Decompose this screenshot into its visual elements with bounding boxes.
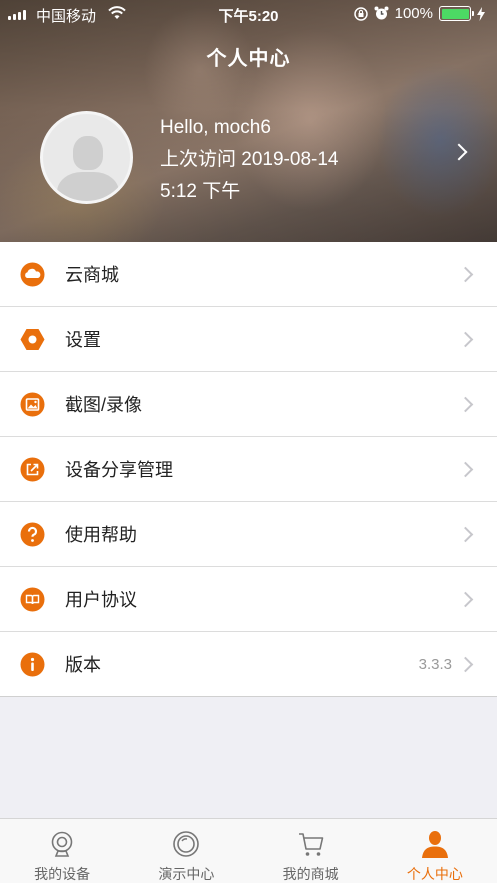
chevron-right-icon <box>457 656 474 672</box>
menu-item-label: 截图/录像 <box>65 395 143 415</box>
chevron-right-icon <box>457 461 474 477</box>
tab-my-mall[interactable]: 我的商城 <box>249 819 373 883</box>
tab-my-devices[interactable]: 我的设备 <box>0 819 124 883</box>
menu-item-label: 设置 <box>65 330 101 350</box>
chevron-right-icon <box>457 396 474 412</box>
tab-bar: 我的设备 演示中心 我的商城 个人中心 <box>0 818 497 883</box>
menu-item-version[interactable]: 版本 3.3.3 <box>0 632 497 697</box>
tab-label: 我的商城 <box>282 866 339 882</box>
last-visit-date: 上次访问 2019-08-14 <box>160 149 339 170</box>
menu-item-label: 云商城 <box>65 265 119 285</box>
help-icon <box>20 522 45 547</box>
avatar-head-shape <box>73 136 103 170</box>
share-icon <box>20 457 45 482</box>
menu-item-device-sharing[interactable]: 设备分享管理 <box>0 437 497 502</box>
chevron-right-icon[interactable] <box>450 143 468 161</box>
tab-label: 个人中心 <box>406 866 463 882</box>
settings-menu: 云商城 设置 截图/录像 设备分享管理 使用帮助 用户协议 版本 3.3.3 <box>0 242 497 697</box>
menu-item-cloud-mall[interactable]: 云商城 <box>0 242 497 307</box>
alarm-icon <box>374 6 389 20</box>
user-info[interactable]: Hello, moch6 上次访问 2019-08-14 5:12 下午 <box>160 112 338 208</box>
menu-item-screenshots[interactable]: 截图/录像 <box>0 372 497 437</box>
chevron-right-icon <box>457 591 474 607</box>
charging-icon <box>477 6 485 21</box>
cart-icon <box>298 833 323 856</box>
profile-header: 中国移动 下午5:20 100% 个人中心 Hello, moch6 上次访问 … <box>0 0 497 242</box>
status-bar: 中国移动 下午5:20 100% <box>0 0 497 28</box>
avatar[interactable] <box>40 111 133 204</box>
chevron-right-icon <box>457 526 474 542</box>
last-visit-time: 5:12 下午 <box>160 181 241 202</box>
menu-item-user-agreement[interactable]: 用户协议 <box>0 567 497 632</box>
battery-icon <box>439 6 474 21</box>
book-icon <box>20 587 45 612</box>
settings-hexagon-icon <box>20 329 45 350</box>
version-number: 3.3.3 <box>418 655 452 673</box>
info-icon <box>20 652 45 677</box>
avatar-body-shape <box>57 172 119 201</box>
person-icon <box>421 831 448 858</box>
menu-item-label: 用户协议 <box>65 590 137 610</box>
lens-icon <box>173 831 200 857</box>
menu-item-settings[interactable]: 设置 <box>0 307 497 372</box>
menu-item-help[interactable]: 使用帮助 <box>0 502 497 567</box>
chevron-right-icon <box>457 331 474 347</box>
cloud-icon <box>20 262 45 287</box>
rotation-lock-icon <box>353 6 368 21</box>
tab-demo-center[interactable]: 演示中心 <box>124 819 248 883</box>
menu-item-label: 使用帮助 <box>65 525 137 545</box>
tab-label: 演示中心 <box>158 866 215 882</box>
tab-label: 我的设备 <box>34 866 91 882</box>
menu-item-label: 版本 <box>65 655 101 675</box>
camera-icon <box>51 831 73 857</box>
chevron-right-icon <box>457 266 474 282</box>
menu-item-label: 设备分享管理 <box>65 460 173 480</box>
image-icon <box>20 392 45 417</box>
tab-personal-center[interactable]: 个人中心 <box>373 819 497 883</box>
greeting-text: Hello, moch6 <box>160 117 271 138</box>
page-title: 个人中心 <box>206 48 291 70</box>
battery-percent: 100% <box>394 5 433 22</box>
